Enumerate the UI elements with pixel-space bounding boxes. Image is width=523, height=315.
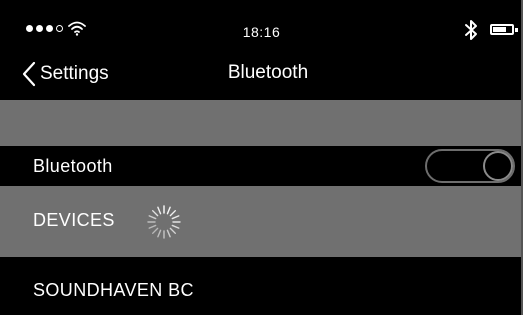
section-spacer bbox=[0, 100, 523, 146]
toggle-knob bbox=[483, 151, 513, 181]
devices-header-label: DEVICES bbox=[33, 210, 115, 230]
status-bar: 18:16 bbox=[0, 10, 523, 50]
navigation-bar: Settings Bluetooth bbox=[0, 52, 523, 100]
bluetooth-row-label: Bluetooth bbox=[33, 156, 113, 176]
battery-icon bbox=[490, 24, 518, 35]
bluetooth-icon bbox=[465, 20, 477, 40]
bluetooth-toggle-row: Bluetooth bbox=[0, 146, 523, 186]
device-name: SOUNDHAVEN BC bbox=[33, 280, 194, 300]
status-time: 18:16 bbox=[242, 24, 281, 40]
list-item[interactable]: SOUNDHAVEN BC bbox=[0, 257, 523, 315]
screen: 18:16 Settings Bluetooth Bluetooth DEVIC… bbox=[0, 0, 523, 315]
devices-section-header: DEVICES bbox=[0, 186, 523, 257]
bluetooth-toggle[interactable] bbox=[425, 149, 515, 183]
page-title: Bluetooth bbox=[227, 62, 309, 83]
spinner-icon bbox=[147, 205, 181, 239]
